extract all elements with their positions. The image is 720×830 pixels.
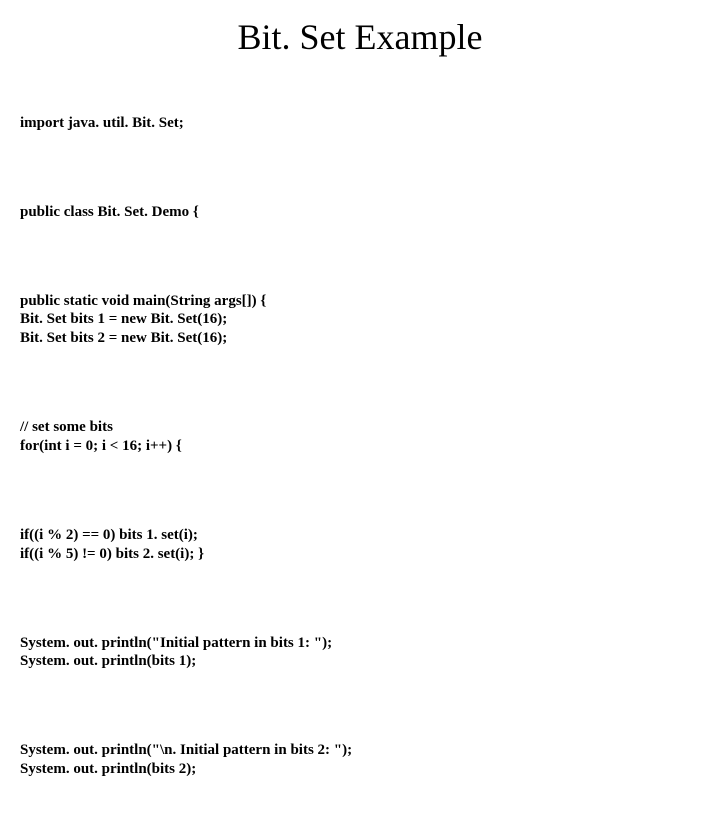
code-group: System. out. println("Initial pattern in… xyxy=(20,634,700,672)
code-line: System. out. println("\n. Initial patter… xyxy=(20,742,352,758)
code-group: public static void main(String args[]) {… xyxy=(20,292,700,348)
code-line: // set some bits xyxy=(20,419,113,435)
code-line: if((i % 2) == 0) bits 1. set(i); xyxy=(20,527,198,543)
code-line: Bit. Set bits 1 = new Bit. Set(16); xyxy=(20,311,227,327)
code-group: System. out. println("\n. Initial patter… xyxy=(20,741,700,779)
page-title: Bit. Set Example xyxy=(20,16,700,58)
code-line: import java. util. Bit. Set; xyxy=(20,114,700,133)
code-line: System. out. println(bits 1); xyxy=(20,653,196,669)
code-group: if((i % 2) == 0) bits 1. set(i); if((i %… xyxy=(20,526,700,564)
code-line: if((i % 5) != 0) bits 2. set(i); } xyxy=(20,546,204,562)
code-line: System. out. println(bits 2); xyxy=(20,761,196,777)
code-line: public class Bit. Set. Demo { xyxy=(20,203,700,222)
code-line: Bit. Set bits 2 = new Bit. Set(16); xyxy=(20,330,227,346)
slide: Bit. Set Example import java. util. Bit.… xyxy=(0,0,720,540)
code-line: System. out. println("Initial pattern in… xyxy=(20,635,332,651)
code-line: for(int i = 0; i < 16; i++) { xyxy=(20,438,182,454)
code-block: import java. util. Bit. Set; public clas… xyxy=(20,76,700,830)
code-group: // set some bits for(int i = 0; i < 16; … xyxy=(20,418,700,456)
code-line: public static void main(String args[]) { xyxy=(20,293,266,309)
